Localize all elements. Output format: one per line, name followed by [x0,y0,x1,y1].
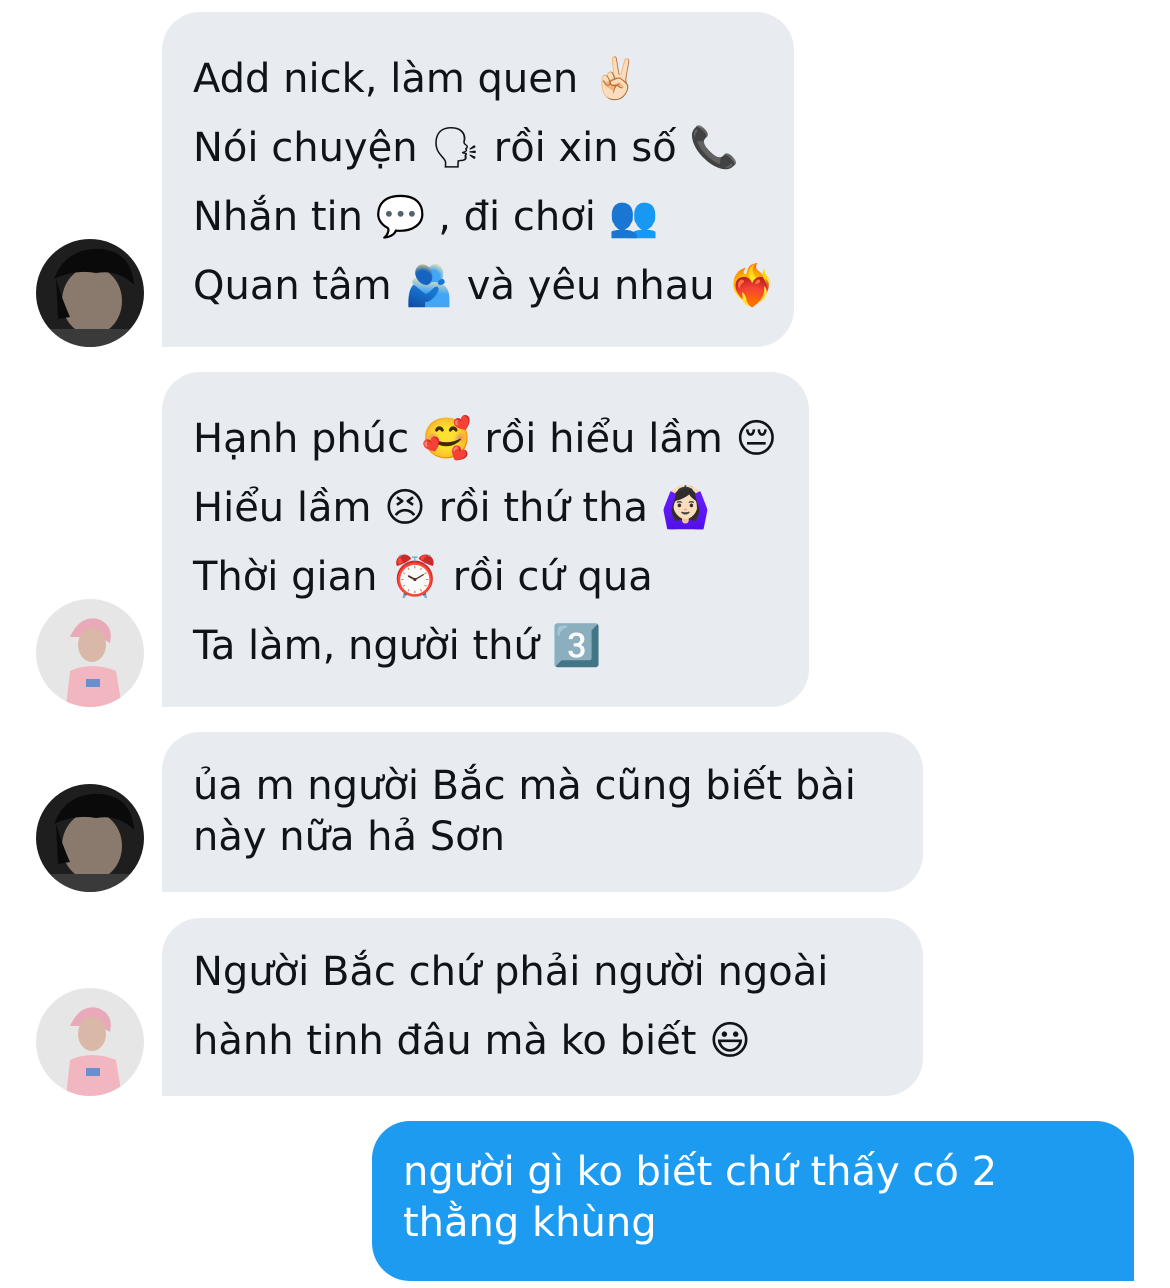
avatar-dark-hair-image [36,239,144,347]
message-line: Hạnh phúc 🥰 rồi hiểu lầm 😔 [193,416,778,462]
message-line: Nhắn tin 💬 , đi chơi 👥 [193,194,659,240]
avatar-pink-hair-image [36,599,144,707]
message-line: hành tinh đâu mà ko biết 😃 [193,1018,751,1064]
avatar-dark-hair[interactable] [36,784,144,892]
message-bubble-incoming[interactable]: ủa m người Bắc mà cũng biết bài này nữa … [162,732,923,892]
message-line: Người Bắc chứ phải người ngoài [193,949,829,995]
message-line: Ta làm, người thứ 3️⃣ [193,623,602,669]
message-bubble-incoming[interactable]: Hạnh phúc 🥰 rồi hiểu lầm 😔 Hiểu lầm 😣 rồ… [162,372,809,707]
avatar-dark-hair-image [36,784,144,892]
message-line: Hiểu lầm 😣 rồi thứ tha 🙆🏻‍♀️ [193,485,711,531]
message-line: ủa m người Bắc mà cũng biết bài [193,763,856,809]
message-bubble-incoming[interactable]: Người Bắc chứ phải người ngoài hành tinh… [162,918,923,1096]
message-line: Add nick, làm quen ✌🏻 [193,56,641,102]
message-line: thằng khùng [403,1200,657,1246]
avatar-pink-hair-image [36,988,144,1096]
message-line: người gì ko biết chứ thấy có 2 [403,1149,998,1195]
message-bubble-outgoing[interactable]: người gì ko biết chứ thấy có 2 thằng khù… [372,1121,1134,1281]
message-line: Nói chuyện 🗣 rồi xin số 📞 [193,125,740,171]
message-bubble-incoming[interactable]: Add nick, làm quen ✌🏻 Nói chuyện 🗣 rồi x… [162,12,794,347]
message-line: này nữa hả Sơn [193,814,505,860]
message-line: Quan tâm 🫂 và yêu nhau ❤️‍🔥 [193,263,778,309]
avatar-dark-hair[interactable] [36,239,144,347]
avatar-pink-hair[interactable] [36,988,144,1096]
avatar-pink-hair[interactable] [36,599,144,707]
message-line: Thời gian ⏰ rồi cứ qua [193,554,653,600]
